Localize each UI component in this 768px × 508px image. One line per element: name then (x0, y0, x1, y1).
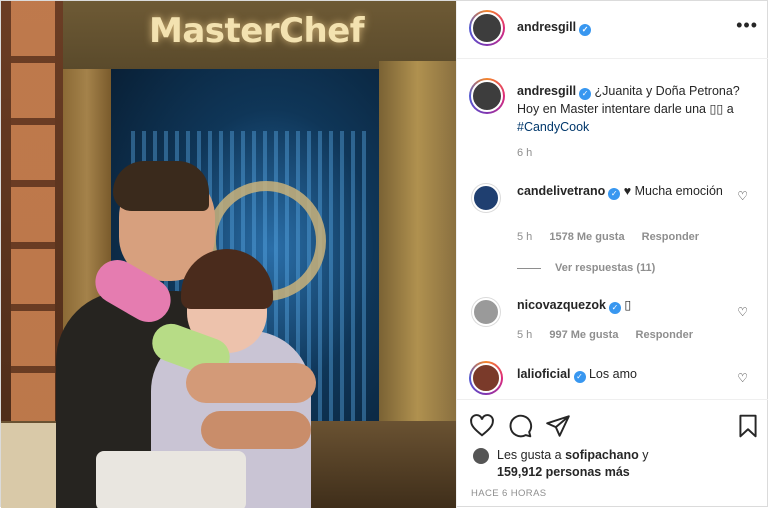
view-replies-button[interactable]: Ver respuestas (11) (517, 262, 655, 274)
comment-time[interactable]: 5 h (517, 329, 532, 341)
reply-button[interactable]: Responder (636, 329, 693, 341)
photo-pillar-right (379, 61, 456, 481)
action-bar (457, 409, 768, 441)
likes-count[interactable]: 159,912 personas más (497, 465, 630, 479)
reply-button[interactable]: Responder (642, 231, 699, 243)
comments-section[interactable]: andresgill ✓ ¿Juanita y Doña Petrona? Hoy… (457, 59, 768, 399)
author-avatar[interactable] (469, 10, 505, 46)
comment-avatar-image (472, 184, 500, 212)
comment-body: Los amo (588, 367, 637, 381)
comment-text: candelivetrano ✓ ♥ Mucha emoción (517, 182, 727, 200)
comment-avatar[interactable] (471, 297, 501, 327)
more-horizontal-icon[interactable]: ••• (736, 15, 758, 36)
hashtag-link[interactable]: #CandyCook (517, 120, 589, 134)
actions-divider (457, 399, 768, 400)
caption-meta: 6 h (517, 147, 546, 159)
apron (96, 451, 246, 508)
caption-avatar[interactable] (469, 78, 505, 114)
comment-avatar-image (471, 363, 501, 393)
post-side-panel: andresgill ✓ ••• andresgill ✓ ¿Juanita y D… (456, 1, 768, 508)
replies-divider-line (517, 267, 541, 269)
comment-text: lalioficial ✓ Los amo (517, 365, 727, 383)
liker-username[interactable]: sofipachano (565, 448, 639, 462)
comment-likes[interactable]: 997 Me gusta (549, 329, 618, 341)
verified-icon: ✓ (608, 302, 621, 314)
share-paper-plane-icon[interactable] (545, 413, 571, 439)
comment-avatar[interactable] (469, 361, 503, 395)
likes-summary: Les gusta a sofipachano y 159,912 person… (497, 447, 757, 481)
man-hair (113, 161, 209, 211)
comment-time[interactable]: 5 h (517, 231, 532, 243)
verified-icon: ✓ (573, 371, 586, 383)
post-photo[interactable]: MasterChef (1, 1, 456, 508)
masterchef-logo: MasterChef (149, 11, 365, 51)
author-username[interactable]: andresgill ✓ (517, 20, 592, 36)
comment-username[interactable]: candelivetrano (517, 184, 605, 198)
caption-username[interactable]: andresgill (517, 84, 576, 98)
comment-like-heart-icon[interactable]: ♡ (737, 305, 748, 319)
verified-icon: ✓ (579, 24, 592, 36)
caption-avatar-image (471, 80, 503, 112)
hugging-arm-lower (201, 411, 311, 449)
author-avatar-image (471, 12, 503, 44)
liker-avatar[interactable] (473, 448, 489, 464)
post-timestamp[interactable]: HACE 6 HORAS (471, 488, 547, 499)
comment-likes[interactable]: 1578 Me gusta (549, 231, 624, 243)
comment-meta: 5 h 997 Me gusta Responder (517, 329, 707, 341)
comment-bubble-icon[interactable] (507, 413, 533, 439)
comment-username[interactable]: nicovazquezok (517, 298, 606, 312)
verified-icon: ✓ (579, 88, 592, 100)
bookmark-icon[interactable] (735, 413, 761, 439)
caption-text-after: a (726, 102, 734, 116)
comment-avatar[interactable] (471, 183, 501, 213)
comment-username[interactable]: lalioficial (517, 367, 571, 381)
instagram-post: MasterChef andresgill ✓ ••• andresgill ✓… (0, 0, 768, 508)
caption: andresgill ✓ ¿Juanita y Doña Petrona? Hoy… (517, 82, 757, 136)
comment-meta: 5 h 1578 Me gusta Responder (517, 231, 713, 243)
comment-text: nicovazquezok ✓ ▯ (517, 296, 727, 314)
hugging-arm (186, 363, 316, 403)
verified-icon: ✓ (608, 188, 621, 200)
likes-prefix: Les gusta a (497, 448, 566, 462)
comment-body: ♥ Mucha emoción (623, 184, 723, 198)
comment-body: ▯ (624, 298, 632, 312)
comment-like-heart-icon[interactable]: ♡ (737, 371, 748, 385)
comment-like-heart-icon[interactable]: ♡ (737, 189, 748, 203)
comment-avatar-image (472, 298, 500, 326)
like-heart-icon[interactable] (469, 413, 495, 439)
post-header: andresgill ✓ ••• (457, 1, 768, 59)
emoji-glyph: ▯▯ (709, 102, 724, 116)
view-replies-label: Ver respuestas (11) (555, 262, 656, 274)
author-username-text: andresgill (517, 20, 577, 34)
caption-time[interactable]: 6 h (517, 147, 532, 159)
photo-wall-stripes (11, 1, 55, 421)
likes-connector: y (638, 448, 649, 462)
